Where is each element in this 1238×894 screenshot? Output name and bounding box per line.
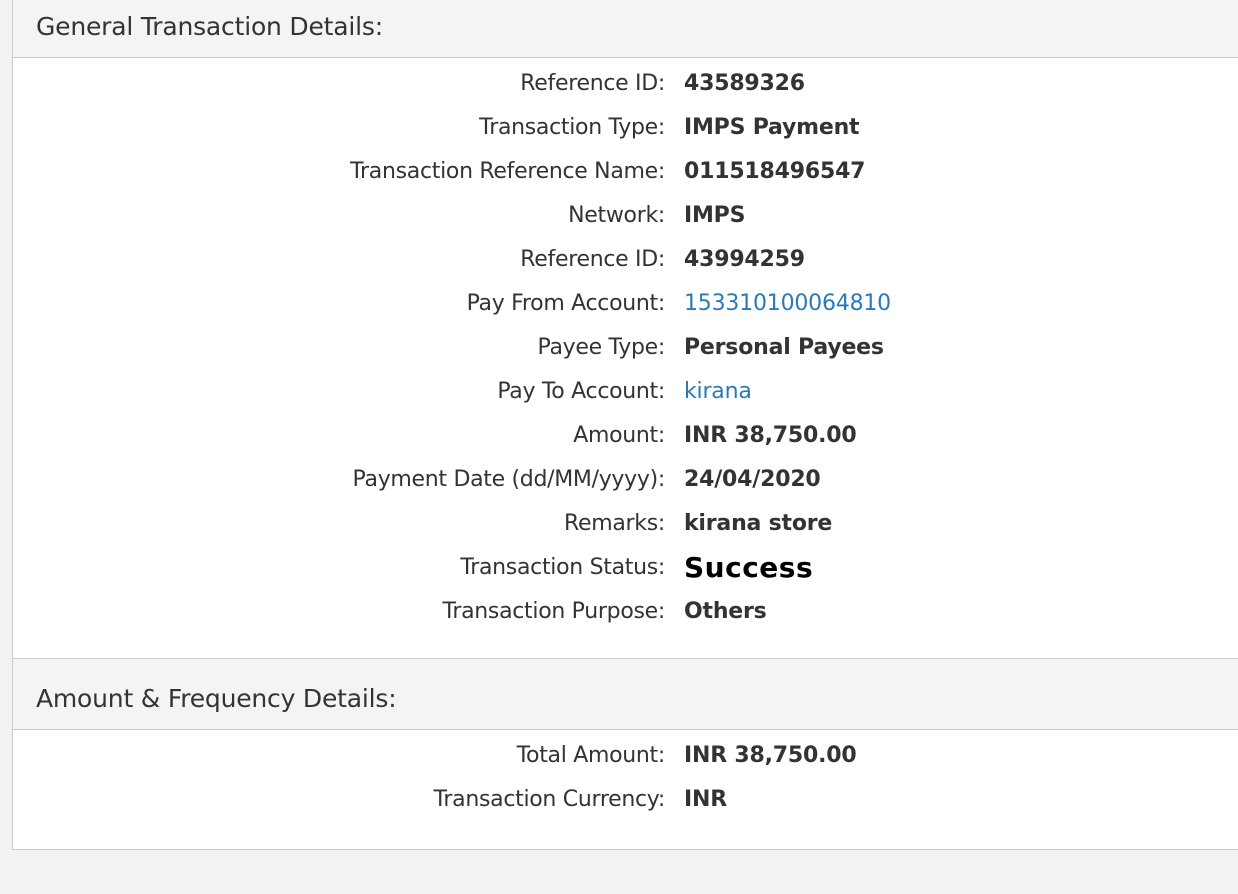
detail-label: Reference ID:: [520, 247, 665, 272]
detail-row-remarks: Remarks: kirana store: [13, 504, 1238, 548]
amount-frequency-header: Amount & Frequency Details:: [13, 658, 1238, 730]
detail-value: INR 38,750.00: [684, 743, 857, 768]
detail-label: Transaction Status:: [460, 555, 665, 580]
detail-row-transaction-currency: Transaction Currency: INR: [13, 780, 1238, 824]
detail-row-amount: Amount: INR 38,750.00: [13, 416, 1238, 460]
detail-label: Amount:: [573, 423, 665, 448]
amount-frequency-title: Amount & Frequency Details:: [36, 684, 397, 713]
detail-label: Total Amount:: [516, 743, 666, 768]
detail-label: Payee Type:: [537, 335, 666, 360]
general-details-header: General Transaction Details:: [13, 0, 1238, 58]
detail-value: INR: [684, 787, 727, 812]
detail-value: Personal Payees: [684, 335, 884, 360]
status-badge: Success: [684, 551, 814, 584]
detail-value: 24/04/2020: [684, 467, 821, 492]
detail-row-total-amount: Total Amount: INR 38,750.00: [13, 736, 1238, 780]
detail-value: Others: [684, 599, 767, 624]
detail-row-transaction-reference-name: Transaction Reference Name: 011518496547: [13, 152, 1238, 196]
detail-value: IMPS Payment: [684, 115, 860, 140]
detail-row-transaction-type: Transaction Type: IMPS Payment: [13, 108, 1238, 152]
detail-row-reference-id-2: Reference ID: 43994259: [13, 240, 1238, 284]
detail-label: Network:: [568, 203, 665, 228]
detail-label: Reference ID:: [520, 71, 665, 96]
detail-row-payment-date: Payment Date (dd/MM/yyyy): 24/04/2020: [13, 460, 1238, 504]
detail-label: Transaction Currency:: [433, 787, 666, 812]
detail-value: INR 38,750.00: [684, 423, 857, 448]
detail-label: Pay To Account:: [497, 379, 665, 404]
amount-frequency-list: Total Amount: INR 38,750.00 Transaction …: [13, 736, 1238, 824]
detail-row-transaction-status: Transaction Status: Success: [13, 548, 1238, 592]
detail-row-transaction-purpose: Transaction Purpose: Others: [13, 592, 1238, 636]
general-details-list: Reference ID: 43589326 Transaction Type:…: [13, 64, 1238, 636]
detail-label: Transaction Reference Name:: [350, 159, 665, 184]
detail-value: 011518496547: [684, 159, 866, 184]
detail-label: Transaction Type:: [479, 115, 665, 140]
detail-value: IMPS: [684, 203, 746, 228]
detail-value: kirana store: [684, 511, 833, 536]
general-details-title: General Transaction Details:: [36, 12, 383, 41]
detail-value: 43994259: [684, 247, 805, 272]
detail-label: Payment Date (dd/MM/yyyy):: [352, 467, 666, 492]
detail-row-pay-from-account: Pay From Account: 153310100064810: [13, 284, 1238, 328]
detail-value: 43589326: [684, 71, 805, 96]
detail-row-reference-id: Reference ID: 43589326: [13, 64, 1238, 108]
detail-label: Transaction Purpose:: [442, 599, 665, 624]
detail-row-payee-type: Payee Type: Personal Payees: [13, 328, 1238, 372]
pay-from-account-link[interactable]: 153310100064810: [684, 291, 891, 316]
transaction-details-panel: General Transaction Details: Reference I…: [12, 0, 1238, 850]
pay-to-account-link[interactable]: kirana: [684, 379, 752, 404]
detail-row-pay-to-account: Pay To Account: kirana: [13, 372, 1238, 416]
detail-row-network: Network: IMPS: [13, 196, 1238, 240]
detail-label: Remarks:: [563, 511, 665, 536]
detail-label: Pay From Account:: [466, 291, 666, 316]
